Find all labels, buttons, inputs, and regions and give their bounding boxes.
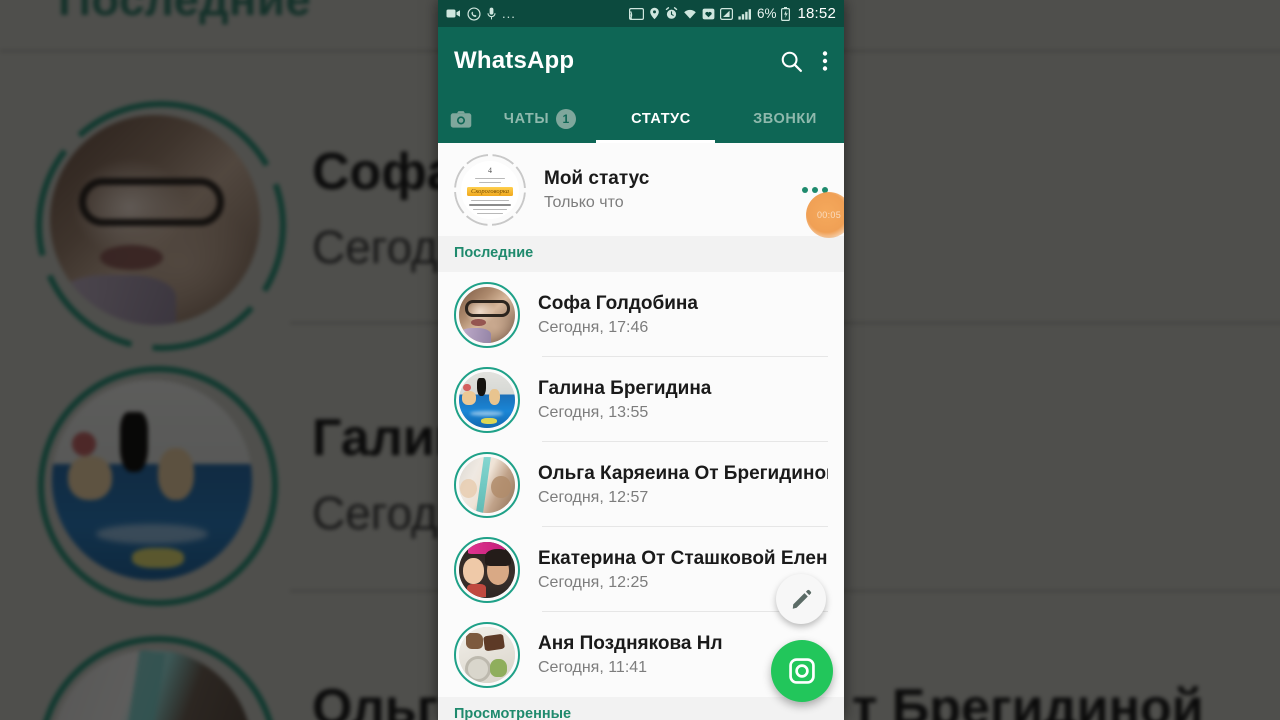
tab-chats-label: ЧАТЫ: [503, 111, 550, 127]
section-header-recent: Последние: [438, 236, 844, 272]
avatar[interactable]: [454, 281, 520, 348]
background-status-ring-olga: [38, 636, 278, 720]
status-bar-overflow-dots: ...: [502, 6, 516, 21]
avatar-image-anya: [459, 626, 515, 683]
signal-sim1-icon: [719, 7, 733, 20]
status-name: Ольга Каряеина От Брегидиной: [538, 463, 828, 485]
video-camera-icon: [446, 8, 461, 19]
heart-icon: [702, 8, 715, 20]
tab-calls[interactable]: ЗВОНКИ: [726, 95, 844, 143]
cast-icon: [628, 7, 644, 20]
my-status-thumb-number: 4: [488, 165, 492, 175]
more-horizontal-icon[interactable]: [794, 186, 828, 193]
tab-status-label: СТАТУС: [631, 111, 691, 127]
status-time: Сегодня, 12:57: [538, 488, 649, 506]
clock-label: 18:52: [797, 5, 836, 22]
background-tail-text: т Брегидиной: [852, 679, 1204, 720]
app-bar-actions: [779, 49, 828, 74]
tab-camera[interactable]: [438, 95, 484, 143]
avatar-image-galina: [459, 371, 515, 428]
status-name: Галина Брегидина: [538, 378, 712, 400]
my-status-subtitle: Только что: [544, 193, 624, 211]
status-name: Екатерина От Сташковой Еленьi: [538, 548, 828, 570]
status-time: Сегодня, 17:46: [538, 318, 649, 336]
tab-chats[interactable]: ЧАТЫ 1: [484, 95, 596, 143]
status-bar-left-icons: ...: [446, 6, 516, 21]
app-bar: WhatsApp: [438, 27, 844, 95]
status-time: Сегодня, 13:55: [538, 403, 649, 421]
camera-icon: [450, 110, 472, 128]
tab-calls-label: ЗВОНКИ: [753, 111, 817, 127]
avatar-image-sofa: [459, 286, 515, 343]
alarm-icon: [665, 7, 678, 20]
avatar[interactable]: [454, 621, 520, 688]
screenshot-root: Последние Софа Сегодня,: [0, 0, 1280, 720]
avatar[interactable]: [454, 366, 520, 433]
my-status-row[interactable]: 4 Скороговорка Мой статус Только что: [438, 143, 844, 236]
status-name: Софа Голдобина: [538, 293, 698, 315]
my-status-texts: Мой статус Только что: [544, 167, 794, 212]
section-header-viewed: Просмотренные: [438, 697, 844, 720]
search-icon[interactable]: [779, 49, 804, 74]
my-status-thumb-band-text: Скороговорка: [470, 187, 510, 195]
camera-fab-icon: [789, 658, 815, 684]
background-name-0: Софа: [312, 143, 456, 201]
status-texts: Ольга Каряеина От Брегидиной Сегодня, 12…: [538, 462, 828, 507]
avatar-image-olga: [459, 456, 515, 513]
wifi-icon: [683, 8, 697, 20]
status-row-galina[interactable]: Галина Брегидина Сегодня, 13:55: [438, 357, 844, 442]
my-status-title: Мой статус: [544, 168, 650, 190]
compose-text-status-fab[interactable]: [776, 574, 826, 624]
tab-bar: ЧАТЫ 1 СТАТУС ЗВОНКИ: [438, 95, 844, 143]
tab-status[interactable]: СТАТУС: [596, 95, 726, 143]
pencil-icon: [792, 589, 811, 609]
avatar-image-ekaterina: [459, 541, 515, 598]
camera-status-fab[interactable]: [771, 640, 833, 702]
android-status-bar: ... 6% 18:52: [438, 0, 844, 27]
my-status-avatar[interactable]: 4 Скороговорка: [454, 153, 526, 226]
background-section-header: Последние: [58, 0, 311, 26]
status-row-sofa[interactable]: Софа Голдобина Сегодня, 17:46: [438, 272, 844, 357]
whatsapp-icon: [467, 6, 481, 21]
avatar[interactable]: [454, 536, 520, 603]
status-texts: Софа Голдобина Сегодня, 17:46: [538, 292, 828, 337]
tab-chats-badge: 1: [556, 109, 577, 129]
status-row-olga[interactable]: Ольга Каряеина От Брегидиной Сегодня, 12…: [438, 442, 844, 527]
location-icon: [649, 7, 660, 20]
battery-percent-label: 6%: [756, 6, 777, 21]
my-status-thumbnail: 4 Скороговорка: [461, 160, 519, 219]
microphone-icon: [487, 7, 496, 20]
status-bar-right-icons: 6% 18:52: [628, 5, 836, 22]
signal-sim2-icon: [738, 8, 752, 20]
active-tab-indicator: [596, 139, 715, 143]
overflow-menu-icon[interactable]: [822, 49, 828, 73]
background-status-ring-sofa: [36, 101, 286, 351]
page-title: WhatsApp: [454, 47, 575, 74]
phone-screen: ... 6% 18:52 WhatsApp ЧАТЫ 1 СТАТУС ЗВОН…: [438, 0, 844, 720]
background-status-ring-galina: [38, 366, 278, 606]
battery-icon: [781, 6, 791, 21]
status-texts: Галина Брегидина Сегодня, 13:55: [538, 377, 828, 422]
avatar[interactable]: [454, 451, 520, 518]
status-list: Софа Голдобина Сегодня, 17:46 Галина Бре…: [438, 272, 844, 697]
